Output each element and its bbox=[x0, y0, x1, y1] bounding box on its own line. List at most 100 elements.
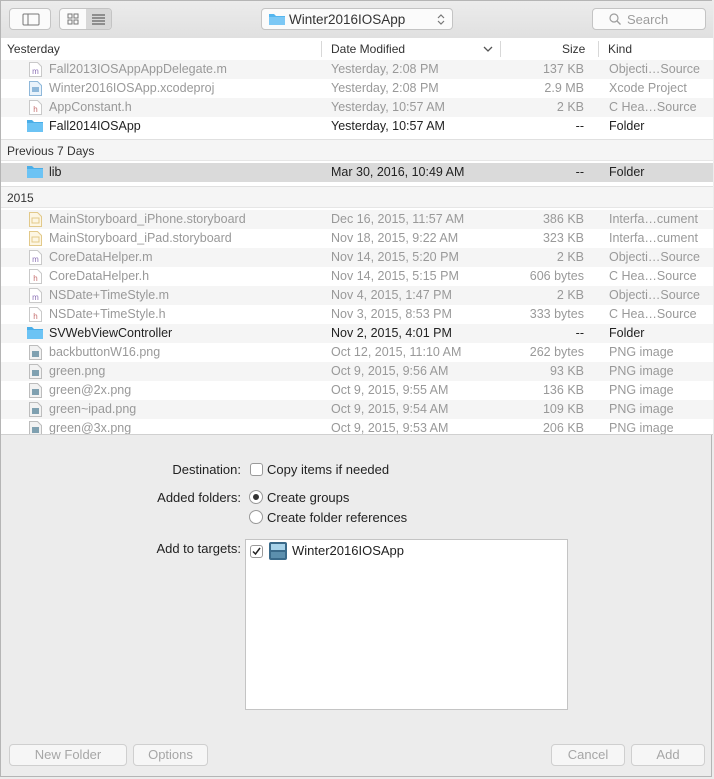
file-row[interactable]: h NSDate+TimeStyle.h Nov 3, 2015, 8:53 PM 3… bbox=[1, 305, 713, 324]
file-row[interactable]: green.png Oct 9, 2015, 9:56 AM 93 KB PNG im… bbox=[1, 362, 713, 381]
file-size: 2.9 MB bbox=[544, 81, 584, 95]
column-header-name[interactable]: Yesterday bbox=[7, 42, 60, 56]
file-row[interactable]: green@2x.png Oct 9, 2015, 9:55 AM 136 KB PN… bbox=[1, 381, 713, 400]
xcodeproj-icon bbox=[29, 81, 42, 96]
file-row[interactable]: m NSDate+TimeStyle.m Nov 4, 2015, 1:47 PM 2… bbox=[1, 286, 713, 305]
chevron-updown-icon bbox=[437, 14, 445, 25]
file-dialog-window: Winter2016IOSApp Search Yesterday Date M… bbox=[0, 0, 713, 777]
file-size: 136 KB bbox=[542, 383, 584, 397]
search-placeholder: Search bbox=[627, 12, 669, 27]
file-date: Oct 9, 2015, 9:54 AM bbox=[331, 402, 449, 416]
file-name: Fall2014IOSApp bbox=[49, 119, 141, 133]
svg-text:h: h bbox=[33, 105, 37, 114]
new-folder-button[interactable]: New Folder bbox=[9, 744, 127, 766]
storyboard-icon bbox=[29, 212, 42, 227]
search-icon bbox=[609, 13, 621, 25]
file-name: Fall2013IOSAppAppDelegate.m bbox=[49, 62, 227, 76]
file-date: Yesterday, 10:57 AM bbox=[331, 119, 445, 133]
view-mode-control bbox=[59, 8, 112, 30]
file-row[interactable]: h AppConstant.h Yesterday, 10:57 AM 2 KB C H… bbox=[1, 98, 713, 117]
create-groups-label[interactable]: Create groups bbox=[267, 490, 349, 505]
file-row[interactable]: MainStoryboard_iPhone.storyboard Dec 16, … bbox=[1, 210, 713, 229]
file-row[interactable]: SVWebViewController Nov 2, 2015, 4:01 PM -… bbox=[1, 324, 713, 343]
search-field[interactable]: Search bbox=[592, 8, 706, 30]
file-kind: Folder bbox=[609, 119, 645, 133]
file-size: -- bbox=[575, 119, 584, 133]
svg-text:m: m bbox=[32, 293, 39, 302]
icon-view-button[interactable] bbox=[60, 9, 87, 29]
create-folder-references-radio[interactable] bbox=[249, 510, 263, 524]
checkmark-icon bbox=[252, 547, 261, 556]
file-kind: PNG image bbox=[609, 421, 674, 435]
file-row[interactable]: h CoreDataHelper.h Nov 14, 2015, 5:15 PM 60… bbox=[1, 267, 713, 286]
destination-label: Destination: bbox=[172, 462, 241, 477]
file-date: Yesterday, 2:08 PM bbox=[331, 62, 439, 76]
file-list[interactable]: Yesterday Date Modified Size Kind m Fall2… bbox=[1, 38, 713, 435]
file-kind: PNG image bbox=[609, 383, 674, 397]
column-header: Yesterday Date Modified Size Kind bbox=[1, 38, 713, 61]
file-name: AppConstant.h bbox=[49, 100, 132, 114]
svg-text:m: m bbox=[32, 255, 39, 264]
column-header-size[interactable]: Size bbox=[562, 42, 585, 56]
file-row[interactable]: Winter2016IOSApp.xcodeproj Yesterday, 2:0… bbox=[1, 79, 713, 98]
column-header-kind[interactable]: Kind bbox=[608, 42, 632, 56]
toggle-sidebar-button[interactable] bbox=[9, 8, 51, 30]
add-button[interactable]: Add bbox=[631, 744, 705, 766]
file-date: Nov 14, 2015, 5:15 PM bbox=[331, 269, 459, 283]
file-size: 137 KB bbox=[542, 62, 584, 76]
folder-icon bbox=[27, 119, 43, 134]
file-row[interactable]: backbuttonW16.png Oct 12, 2015, 11:10 AM 2… bbox=[1, 343, 713, 362]
options-button[interactable]: Options bbox=[133, 744, 208, 766]
file-row[interactable]: lib Mar 30, 2016, 10:49 AM -- Folder bbox=[1, 163, 713, 182]
file-date: Nov 14, 2015, 5:20 PM bbox=[331, 250, 459, 264]
file-kind: Interfa…cument bbox=[609, 231, 698, 245]
file-kind: PNG image bbox=[609, 402, 674, 416]
file-size: -- bbox=[575, 165, 584, 179]
file-name: MainStoryboard_iPad.storyboard bbox=[49, 231, 232, 245]
file-date: Dec 16, 2015, 11:57 AM bbox=[331, 212, 465, 226]
file-date: Mar 30, 2016, 10:49 AM bbox=[331, 165, 465, 179]
file-name: SVWebViewController bbox=[49, 326, 173, 340]
column-separator bbox=[321, 41, 322, 57]
list-view-button[interactable] bbox=[86, 9, 111, 29]
png-image-icon bbox=[29, 364, 42, 379]
png-image-icon bbox=[29, 421, 42, 434]
file-row[interactable]: Fall2014IOSApp Yesterday, 10:57 AM -- Folde… bbox=[1, 117, 713, 136]
svg-text:h: h bbox=[33, 312, 37, 321]
dialog-footer: New Folder Options Cancel Add bbox=[1, 739, 713, 777]
target-checkbox[interactable] bbox=[250, 545, 263, 558]
h-header-icon: h bbox=[29, 269, 42, 284]
column-header-date[interactable]: Date Modified bbox=[331, 42, 405, 56]
file-row[interactable]: MainStoryboard_iPad.storyboard Nov 18, 20… bbox=[1, 229, 713, 248]
file-name: green.png bbox=[49, 364, 106, 378]
file-row[interactable]: m CoreDataHelper.m Nov 14, 2015, 5:20 PM 2 … bbox=[1, 248, 713, 267]
file-name: backbuttonW16.png bbox=[49, 345, 161, 359]
file-row[interactable]: green~ipad.png Oct 9, 2015, 9:54 AM 109 KB… bbox=[1, 400, 713, 419]
copy-items-label[interactable]: Copy items if needed bbox=[267, 462, 389, 477]
file-kind: Objecti…Source bbox=[609, 288, 701, 302]
folder-icon bbox=[27, 326, 43, 341]
file-name: lib bbox=[49, 165, 62, 179]
file-size: -- bbox=[575, 326, 584, 340]
sort-chevron-icon bbox=[483, 46, 493, 52]
file-row[interactable]: green@3x.png Oct 9, 2015, 9:53 AM 206 KB PN… bbox=[1, 419, 713, 435]
path-popup[interactable]: Winter2016IOSApp bbox=[261, 8, 453, 30]
copy-items-checkbox[interactable] bbox=[250, 463, 263, 476]
file-kind: Xcode Project bbox=[609, 81, 687, 95]
svg-text:h: h bbox=[33, 274, 37, 283]
targets-list[interactable]: Winter2016IOSApp bbox=[245, 539, 568, 710]
file-date: Oct 9, 2015, 9:55 AM bbox=[331, 383, 449, 397]
add-files-options: Destination: Copy items if needed Added … bbox=[1, 435, 713, 739]
file-kind: Interfa…cument bbox=[609, 212, 698, 226]
file-date: Oct 12, 2015, 11:10 AM bbox=[331, 345, 462, 359]
file-size: 206 KB bbox=[542, 421, 584, 435]
file-row[interactable]: m Fall2013IOSAppAppDelegate.m Yesterday, 2… bbox=[1, 60, 713, 79]
create-folder-references-label[interactable]: Create folder references bbox=[267, 510, 407, 525]
create-groups-radio[interactable] bbox=[249, 490, 263, 504]
file-date: Oct 9, 2015, 9:56 AM bbox=[331, 364, 449, 378]
column-separator bbox=[500, 41, 501, 57]
file-name: Winter2016IOSApp.xcodeproj bbox=[49, 81, 215, 95]
cancel-button[interactable]: Cancel bbox=[551, 744, 625, 766]
png-image-icon bbox=[29, 345, 42, 360]
sidebar-icon bbox=[22, 13, 40, 26]
